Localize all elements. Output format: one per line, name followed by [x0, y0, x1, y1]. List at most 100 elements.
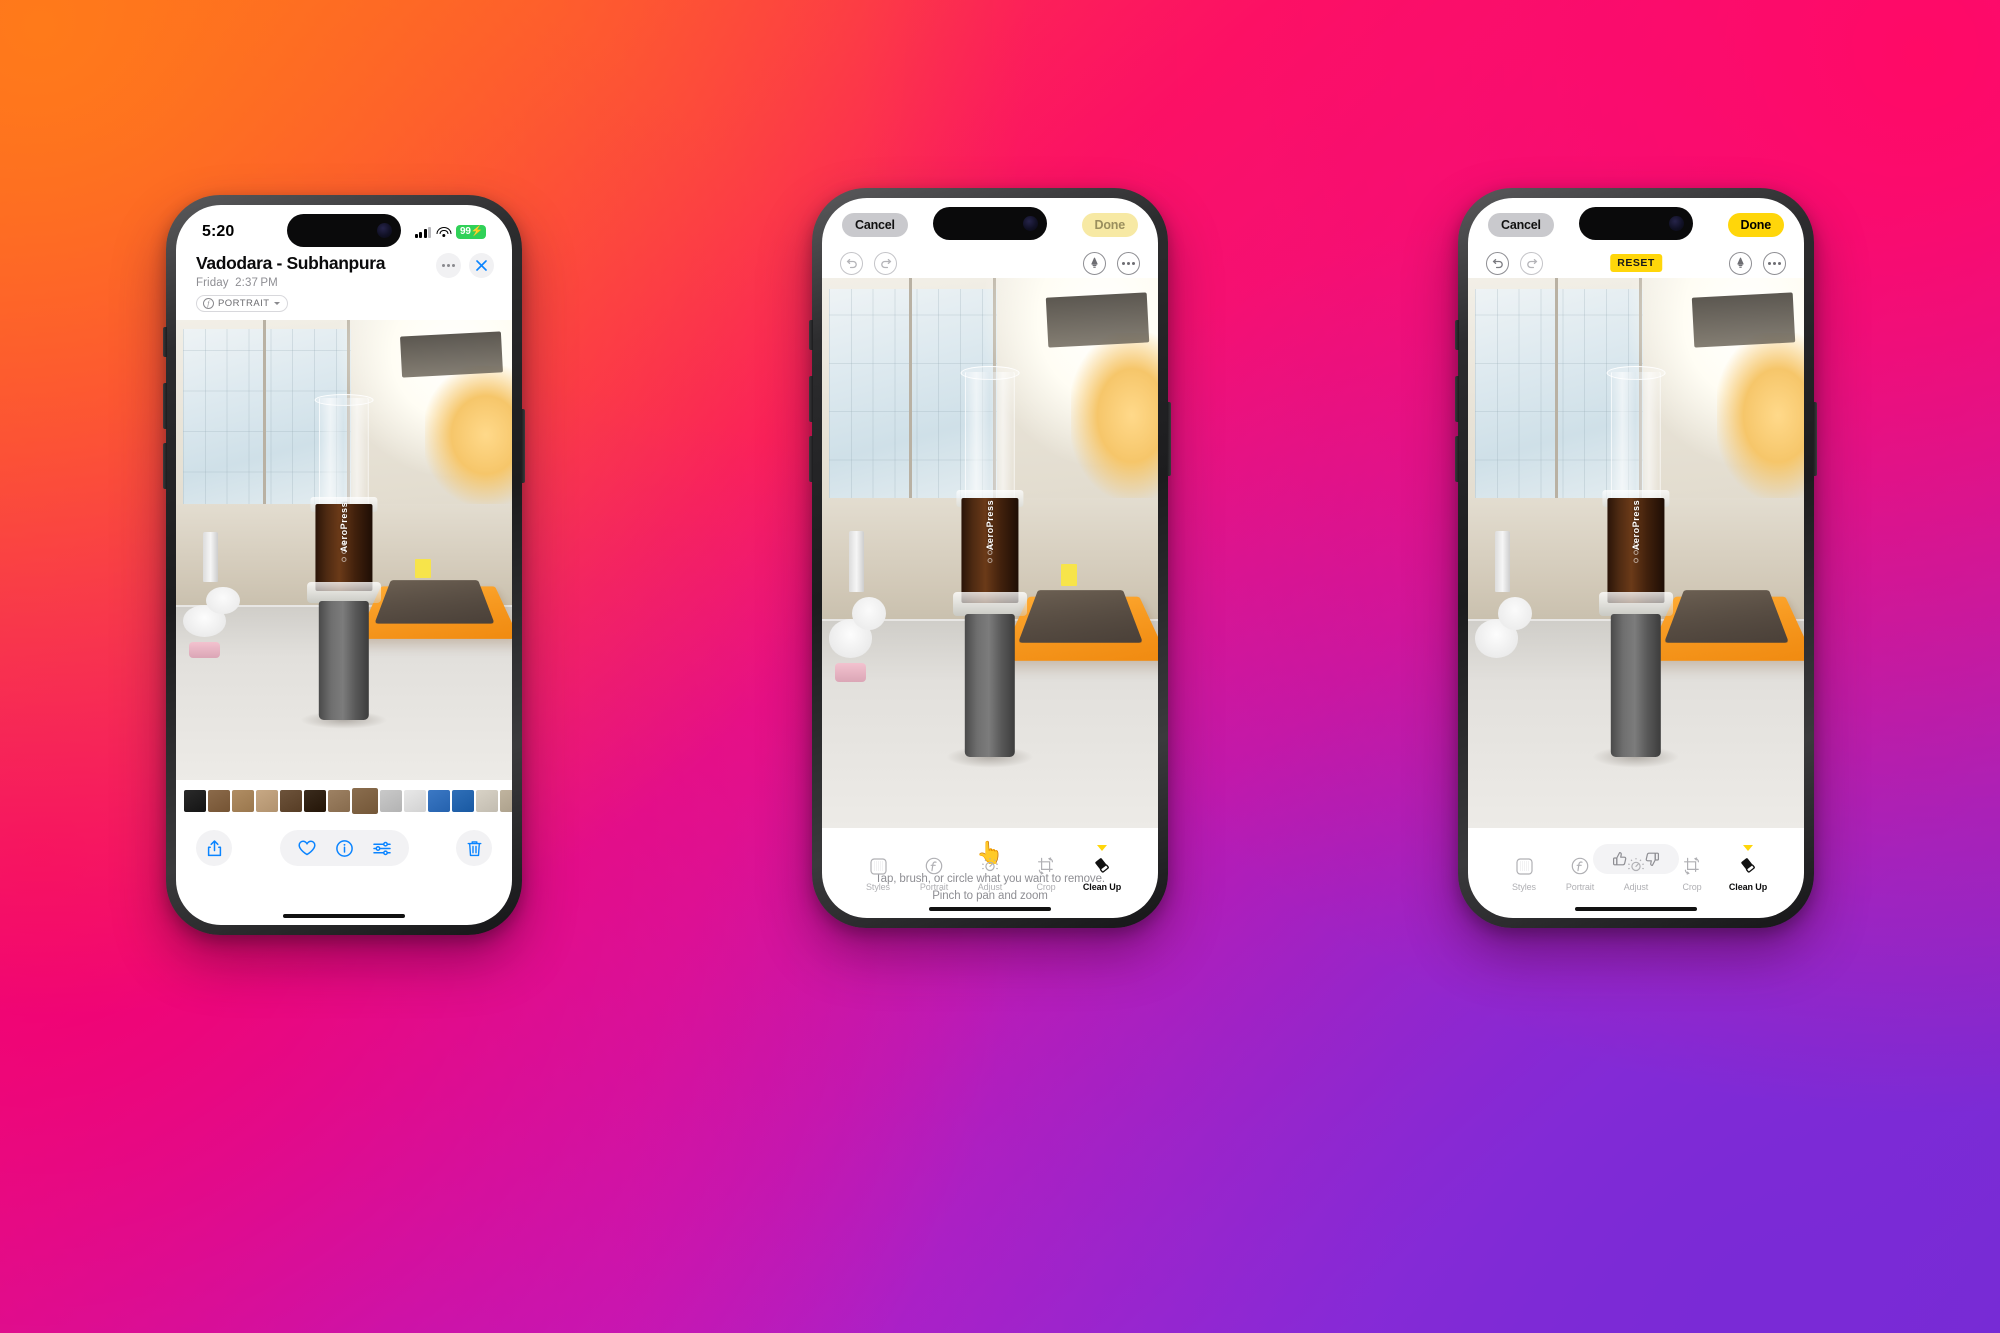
filmstrip-thumbnail[interactable]	[280, 790, 302, 812]
tab-adjust[interactable]: Adjust	[962, 854, 1018, 892]
charging-bolt-icon: ⚡	[470, 226, 483, 237]
filmstrip-thumbnail[interactable]	[350, 786, 380, 816]
filmstrip-thumbnail[interactable]	[256, 790, 278, 812]
volume-up-button[interactable]	[809, 376, 813, 422]
volume-up-button[interactable]	[163, 383, 167, 429]
filmstrip-thumbnail[interactable]	[232, 790, 254, 812]
cancel-button[interactable]: Cancel	[842, 213, 908, 237]
phone-2-screen: Cancel Done AeroPress 👆 Tap, brush, or c…	[822, 198, 1158, 918]
volume-down-button[interactable]	[809, 436, 813, 482]
tab-label: Adjust	[1623, 882, 1649, 892]
info-icon[interactable]	[335, 839, 353, 857]
more-options-button[interactable]	[436, 253, 461, 278]
tab-clean-up[interactable]: Clean Up	[1074, 845, 1130, 892]
cellular-signal-icon	[414, 226, 431, 238]
tab-styles[interactable]: Styles	[850, 854, 906, 892]
cancel-button[interactable]: Cancel	[1488, 213, 1554, 237]
adjustments-icon[interactable]	[372, 841, 391, 856]
power-button[interactable]	[521, 409, 525, 483]
more-options-button[interactable]	[1117, 251, 1140, 275]
tab-label: Crop	[1682, 882, 1702, 892]
volume-up-button[interactable]	[1455, 376, 1459, 422]
phone-3-screen: Cancel Done RESET AeroPress Styles Portr…	[1468, 198, 1804, 918]
close-icon	[476, 260, 487, 271]
undo-button[interactable]	[1486, 251, 1509, 275]
filmstrip-thumbnail[interactable]	[184, 790, 206, 812]
reset-button[interactable]: RESET	[1610, 254, 1662, 272]
tab-crop[interactable]: Crop	[1664, 854, 1720, 892]
battery-level: 99	[460, 226, 471, 237]
clean-up-eraser-icon	[1720, 854, 1776, 878]
photo-quick-actions	[279, 830, 409, 866]
chevron-down-icon	[274, 302, 281, 305]
home-indicator[interactable]	[1575, 906, 1697, 911]
done-button[interactable]: Done	[1727, 213, 1784, 237]
adjust-dial-icon	[962, 854, 1018, 878]
power-button[interactable]	[1813, 402, 1817, 476]
action-button[interactable]	[1455, 320, 1459, 350]
editor-tab-bar: Styles Portrait Adjust Crop Clean Up	[1468, 845, 1804, 892]
share-button[interactable]	[196, 830, 232, 866]
tab-label: Crop	[1036, 882, 1056, 892]
photo-image-phone2[interactable]: AeroPress	[822, 278, 1158, 828]
photo-date-time: Friday 2:37 PM	[196, 277, 492, 289]
markup-button[interactable]	[1083, 251, 1106, 275]
filmstrip-thumbnail[interactable]	[500, 790, 512, 812]
photo-image-phone1[interactable]: AeroPress	[176, 320, 512, 780]
styles-grid-icon	[850, 854, 906, 878]
redo-button[interactable]	[874, 251, 897, 275]
power-button[interactable]	[1167, 402, 1171, 476]
tab-label: Styles	[866, 882, 890, 892]
done-button[interactable]: Done	[1081, 213, 1138, 237]
volume-down-button[interactable]	[1455, 436, 1459, 482]
filmstrip-thumbnail[interactable]	[404, 790, 426, 812]
photo-filmstrip[interactable]	[176, 780, 512, 820]
home-indicator[interactable]	[929, 906, 1051, 911]
more-options-icon	[442, 264, 455, 267]
filmstrip-thumbnail[interactable]	[476, 790, 498, 812]
volume-down-button[interactable]	[163, 443, 167, 489]
filmstrip-thumbnail[interactable]	[428, 790, 450, 812]
active-tab-indicator	[1097, 845, 1107, 851]
tab-clean-up[interactable]: Clean Up	[1720, 845, 1776, 892]
portrait-f-icon	[906, 854, 962, 878]
status-indicators: 99 ⚡	[414, 225, 486, 239]
phone-3-cleanup-result: Cancel Done RESET AeroPress Styles Portr…	[1455, 188, 1817, 928]
crop-rotate-icon	[1018, 854, 1074, 878]
tab-label: Clean Up	[1728, 882, 1768, 892]
tab-portrait[interactable]: Portrait	[906, 854, 962, 892]
redo-icon	[880, 258, 891, 269]
tab-crop[interactable]: Crop	[1018, 854, 1074, 892]
heart-icon[interactable]	[297, 840, 316, 856]
close-button[interactable]	[469, 253, 494, 278]
redo-button[interactable]	[1520, 251, 1543, 275]
photo-header: Vadodara - Subhanpura Friday 2:37 PM f P…	[176, 251, 512, 320]
editor-tab-bar: Styles Portrait Adjust Crop Clean Up	[822, 845, 1158, 892]
action-button[interactable]	[809, 320, 813, 350]
more-options-icon	[1768, 261, 1781, 265]
photo-image-phone3[interactable]: AeroPress	[1468, 278, 1804, 828]
filmstrip-thumbnail[interactable]	[328, 790, 350, 812]
more-options-icon	[1122, 261, 1135, 265]
dynamic-island	[287, 214, 401, 247]
markup-button[interactable]	[1729, 251, 1752, 275]
filmstrip-thumbnail[interactable]	[304, 790, 326, 812]
dynamic-island	[1579, 207, 1693, 240]
tab-styles[interactable]: Styles	[1496, 854, 1552, 892]
share-icon	[207, 839, 221, 856]
tab-adjust[interactable]: Adjust	[1608, 854, 1664, 892]
portrait-badge[interactable]: f PORTRAIT	[196, 295, 289, 312]
status-time: 5:20	[202, 223, 235, 240]
home-indicator[interactable]	[283, 913, 405, 918]
filmstrip-thumbnail[interactable]	[208, 790, 230, 812]
filmstrip-thumbnail[interactable]	[452, 790, 474, 812]
more-options-button[interactable]	[1763, 251, 1786, 275]
tab-portrait[interactable]: Portrait	[1552, 854, 1608, 892]
undo-icon	[846, 258, 857, 269]
phone-1-screen: 5:20 99 ⚡ Vadodara - Subhanpura Friday 2:…	[176, 205, 512, 925]
action-button[interactable]	[163, 327, 167, 357]
undo-button[interactable]	[840, 251, 863, 275]
delete-button[interactable]	[456, 830, 492, 866]
filmstrip-thumbnail[interactable]	[380, 790, 402, 812]
editor-tool-row	[822, 244, 1158, 278]
